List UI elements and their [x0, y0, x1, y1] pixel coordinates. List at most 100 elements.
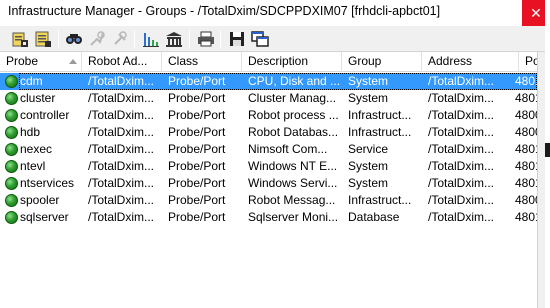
cell-robot-address: /TotalDxim... [88, 108, 155, 122]
status-ok-icon [5, 160, 18, 173]
table-row[interactable]: cluster/TotalDxim... Probe/Port Cluster Ma… [0, 90, 537, 107]
column-header-description[interactable]: Description [242, 52, 342, 72]
cell-port: 4801 [515, 74, 537, 88]
cell-description: Robot Messag... [248, 193, 336, 207]
cell-group: System [348, 159, 389, 173]
cell-description: Robot Databas... [248, 125, 339, 139]
archive-icon[interactable] [164, 29, 184, 49]
cell-group: System [348, 176, 389, 190]
toolbar-separator [58, 30, 59, 48]
table-row[interactable]: sqlserver/TotalDxim... Probe/Port Sqlserve… [0, 209, 537, 226]
column-header-probe[interactable]: Probe [0, 52, 82, 72]
status-ok-icon [5, 126, 18, 139]
cell-class: Probe/Port [168, 91, 226, 105]
cell-address: /TotalDxim... [428, 74, 495, 88]
column-header-address[interactable]: Address [422, 52, 519, 72]
cell-port: 4801 [515, 159, 537, 173]
cell-group: Infrastruct... [348, 108, 412, 122]
cell-group: System [348, 91, 389, 105]
cell-probe: hdb [20, 125, 41, 139]
cell-port: 4801 [515, 210, 537, 224]
cell-probe: cluster [20, 91, 56, 105]
save-icon[interactable] [227, 29, 247, 49]
tool-disabled-1-icon[interactable] [87, 29, 107, 49]
cell-description: CPU, Disk and ... [248, 74, 341, 88]
cell-probe: nexec [20, 142, 53, 156]
cell-description: Windows Servi... [248, 176, 338, 190]
sort-ascending-icon [69, 59, 77, 64]
cell-class: Probe/Port [168, 108, 226, 122]
cell-class: Probe/Port [168, 210, 226, 224]
find-icon[interactable] [64, 29, 84, 49]
status-ok-icon [5, 211, 18, 224]
cell-probe: ntservices [20, 176, 75, 190]
probe-table: Probe Robot Ad... Class Description Grou… [0, 52, 537, 308]
cell-robot-address: /TotalDxim... [88, 159, 155, 173]
cell-description: Sqlserver Moni... [248, 210, 339, 224]
status-ok-icon [5, 143, 18, 156]
cell-group: Database [348, 210, 400, 224]
window-title: Infrastructure Manager - Groups - /Total… [8, 4, 441, 18]
toolbar-separator [220, 30, 221, 48]
cell-port: 4800 [515, 125, 537, 139]
column-header-class[interactable]: Class [162, 52, 242, 72]
cell-robot-address: /TotalDxim... [88, 193, 155, 207]
cell-address: /TotalDxim... [428, 125, 495, 139]
tool-disabled-2-icon[interactable] [110, 29, 130, 49]
table-row[interactable]: spooler/TotalDxim... Probe/Port Robot Mess… [0, 192, 537, 209]
column-header-group[interactable]: Group [342, 52, 422, 72]
table-row[interactable]: ntevl/TotalDxim... Probe/Port Windows NT E… [0, 158, 537, 175]
cell-class: Probe/Port [168, 125, 226, 139]
cell-port: 4800 [515, 193, 537, 207]
cell-description: Nimsoft Com... [248, 142, 328, 156]
cell-probe: controller [20, 108, 70, 122]
table-row[interactable]: ntservices/TotalDxim... Probe/Port Windows… [0, 175, 537, 192]
cell-class: Probe/Port [168, 176, 226, 190]
cell-probe: sqlserver [20, 210, 69, 224]
cell-address: /TotalDxim... [428, 210, 495, 224]
windows-icon[interactable] [250, 29, 270, 49]
cell-address: /TotalDxim... [428, 142, 495, 156]
cell-probe: ntevl [20, 159, 46, 173]
cell-description: Windows NT E... [248, 159, 338, 173]
cell-robot-address: /TotalDxim... [88, 176, 155, 190]
vertical-scrollbar[interactable] [537, 52, 545, 308]
cell-port: 4801 [515, 176, 537, 190]
cell-group: System [348, 74, 389, 88]
cell-group: Infrastruct... [348, 193, 412, 207]
cell-robot-address: /TotalDxim... [88, 210, 155, 224]
cell-port: 4801 [515, 142, 537, 156]
cell-port: 4801 [515, 91, 537, 105]
status-ok-icon [5, 177, 18, 190]
column-header-port[interactable]: Po [519, 52, 537, 72]
cell-port: 4800 [515, 108, 537, 122]
column-header-robot-address[interactable]: Robot Ad... [82, 52, 162, 72]
new-probe-icon[interactable] [10, 29, 30, 49]
cell-address: /TotalDxim... [428, 176, 495, 190]
table-row[interactable]: nexec/TotalDxim... Probe/Port Nimsoft Com.… [0, 141, 537, 158]
table-row[interactable]: hdb/TotalDxim... Probe/Port Robot Databas.… [0, 124, 537, 141]
cell-probe: cdm [20, 74, 43, 88]
table-row[interactable]: cdm/TotalDxim... Probe/Port CPU, Disk and … [0, 73, 537, 90]
status-ok-icon [5, 92, 18, 105]
status-ok-icon [5, 194, 18, 207]
status-ok-icon [5, 75, 18, 88]
toolbar-separator [134, 30, 135, 48]
new-group-icon[interactable] [33, 29, 53, 49]
cell-class: Probe/Port [168, 142, 226, 156]
cell-robot-address: /TotalDxim... [88, 91, 155, 105]
cell-address: /TotalDxim... [428, 159, 495, 173]
toolbar-separator [189, 30, 190, 48]
cell-group: Service [348, 142, 389, 156]
cell-probe: spooler [20, 193, 60, 207]
table-row[interactable]: controller/TotalDxim... Probe/Port Robot p… [0, 107, 537, 124]
toolbar [0, 26, 545, 52]
table-header: Probe Robot Ad... Class Description Grou… [0, 52, 537, 72]
print-icon[interactable] [196, 29, 216, 49]
cell-address: /TotalDxim... [428, 108, 495, 122]
cell-description: Robot process ... [248, 108, 339, 122]
title-bar: Infrastructure Manager - Groups - /Total… [0, 0, 550, 26]
bar-chart-icon[interactable] [141, 29, 161, 49]
cell-robot-address: /TotalDxim... [88, 125, 155, 139]
cell-address: /TotalDxim... [428, 91, 495, 105]
